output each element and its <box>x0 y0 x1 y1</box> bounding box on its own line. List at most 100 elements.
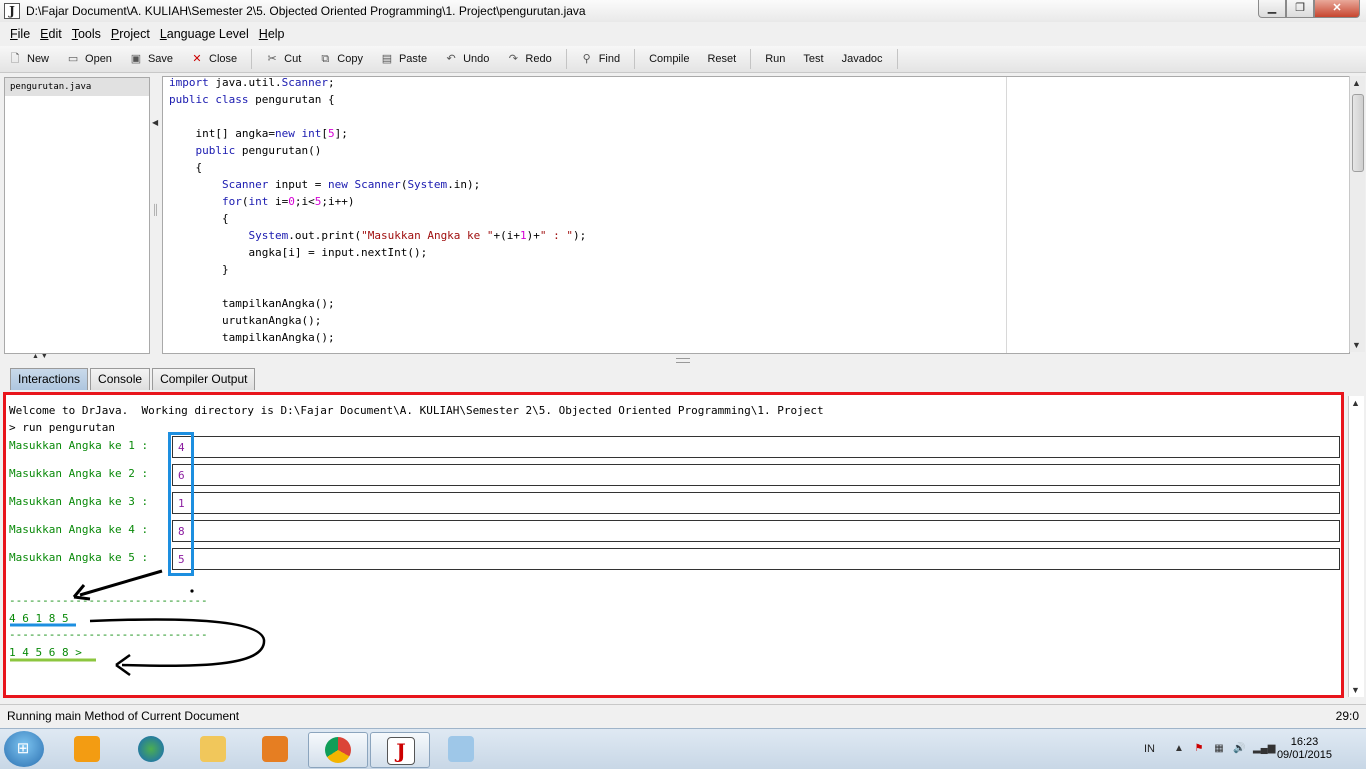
maximize-button[interactable]: ❐ <box>1286 0 1314 18</box>
taskbar-media-player[interactable] <box>58 732 116 766</box>
menu-project[interactable]: Project <box>111 27 150 41</box>
title-bar: J D:\Fajar Document\A. KULIAH\Semester 2… <box>0 0 1366 22</box>
code-line: Scanner input = new Scanner(System.in); <box>221 178 481 191</box>
start-button[interactable]: ⊞ <box>4 731 44 767</box>
splitter-grip-icon: ║ <box>152 205 160 216</box>
save-button[interactable]: ▣ Save <box>121 48 182 70</box>
copy-button[interactable]: ⧉ Copy <box>310 48 372 70</box>
toolbar-separator <box>896 49 898 69</box>
redo-button[interactable]: ↷ Redo <box>498 48 560 70</box>
new-button[interactable]: 🗋 New <box>0 48 58 70</box>
network-icon[interactable]: ▦ <box>1213 743 1225 755</box>
cursor-position: 29:0 <box>1335 709 1359 723</box>
clock[interactable]: 16:23 09/01/2015 <box>1277 736 1332 762</box>
minimize-button[interactable]: ▁ <box>1258 0 1286 18</box>
menu-help[interactable]: Help <box>259 27 285 41</box>
taskbar-winamp[interactable] <box>246 732 304 766</box>
folder-icon <box>200 736 226 762</box>
close-file-icon: ✕ <box>192 53 202 65</box>
scroll-thumb[interactable] <box>1352 94 1364 172</box>
code-editor[interactable]: import java.util.Scanner; public class p… <box>162 76 1350 354</box>
save-icon: ▣ <box>130 53 142 65</box>
window-title: D:\Fajar Document\A. KULIAH\Semester 2\5… <box>26 4 586 18</box>
interactions-scrollbar[interactable]: ▲ ▼ <box>1348 396 1364 697</box>
taskbar-notepad[interactable] <box>432 732 490 766</box>
drjava-icon: J <box>387 737 415 765</box>
menu-file[interactable]: File <box>10 27 30 41</box>
code-line: System.out.print("Masukkan Angka ke "+(i… <box>248 229 587 242</box>
flag-icon[interactable]: ⚑ <box>1193 743 1205 755</box>
clipboard-icon: ▤ <box>381 53 393 65</box>
code-line: { <box>169 161 203 174</box>
taskbar-file-explorer[interactable] <box>184 732 242 766</box>
open-button[interactable]: ▭ Open <box>58 48 121 70</box>
code-line: public class pengurutan { <box>169 93 335 106</box>
show-hidden-icons-icon[interactable]: ▲ <box>1173 743 1185 755</box>
tab-console[interactable]: Console <box>90 368 151 390</box>
undo-button[interactable]: ↶ Undo <box>436 48 498 70</box>
notepad-icon <box>448 736 474 762</box>
editor-scrollbar[interactable]: ▲ ▼ <box>1349 76 1365 352</box>
paste-button[interactable]: ▤ Paste <box>372 48 436 70</box>
annotation-overlay <box>10 569 266 677</box>
arrow-line <box>79 569 163 597</box>
clock-date: 09/01/2015 <box>1276 749 1332 761</box>
close-window-button[interactable]: ✕ <box>1314 0 1360 18</box>
stray-dot <box>190 589 194 593</box>
toolbar-separator <box>634 49 636 69</box>
undo-icon: ↶ <box>446 53 456 65</box>
collapse-left-icon[interactable]: ◀ <box>152 118 158 127</box>
compile-button[interactable]: Compile <box>640 48 698 70</box>
language-indicator[interactable]: IN <box>1144 743 1155 755</box>
chrome-icon <box>325 737 351 763</box>
code-line: int[] angka=new int[5]; <box>169 127 348 140</box>
code-text: import java.util.Scanner; public class p… <box>169 77 587 346</box>
horizontal-splitter[interactable] <box>0 354 1366 366</box>
reset-button[interactable]: Reset <box>698 48 745 70</box>
taskbar-chrome[interactable] <box>308 732 368 768</box>
scroll-up-icon[interactable]: ▲ <box>1351 398 1360 408</box>
run-button[interactable]: Run <box>756 48 794 70</box>
code-line: public pengurutan() <box>195 144 322 157</box>
document-list: pengurutan.java <box>4 77 150 354</box>
menu-edit[interactable]: Edit <box>40 27 62 41</box>
code-line: { <box>169 212 229 225</box>
drjava-app-icon: J <box>4 3 20 19</box>
right-margin-line <box>1006 77 1007 353</box>
taskbar: ⊞ J IN ▲ ⚑ ▦ 🔊 ▂▄▆ 16:23 09/01/2015 <box>0 728 1366 769</box>
clock-time: 16:23 <box>1290 736 1319 748</box>
tab-compiler-output[interactable]: Compiler Output <box>152 368 256 390</box>
new-file-icon: 🗋 <box>10 53 20 65</box>
close-button[interactable]: ✕ Close <box>182 48 246 70</box>
windows-logo-icon: ⊞ <box>16 740 30 757</box>
menu-tools[interactable]: Tools <box>72 27 101 41</box>
volume-icon[interactable]: 🔊 <box>1233 743 1245 755</box>
code-line: tampilkanAngka(); <box>169 331 335 344</box>
splitter-grip-icon <box>676 358 690 363</box>
interactions-pane[interactable]: Welcome to DrJava. Working directory is … <box>3 392 1344 698</box>
scroll-down-icon[interactable]: ▼ <box>1351 685 1360 695</box>
cut-button[interactable]: ✂ Cut <box>257 48 310 70</box>
toolbar-separator <box>251 49 253 69</box>
menu-language-level[interactable]: Language Level <box>160 27 249 41</box>
toolbar-separator <box>750 49 752 69</box>
signal-icon[interactable]: ▂▄▆ <box>1253 743 1275 755</box>
toolbar: 🗋 New ▭ Open ▣ Save ✕ Close ✂ Cut ⧉ Copy ▤ Past… <box>0 46 1366 73</box>
winamp-icon <box>262 736 288 762</box>
javadoc-button[interactable]: Javadoc <box>833 48 892 70</box>
scroll-down-icon[interactable]: ▼ <box>1352 340 1361 350</box>
taskbar-download-manager[interactable] <box>122 732 180 766</box>
find-button[interactable]: ⚲ Find <box>572 48 629 70</box>
menu-bar: File Edit Tools Project Language Level H… <box>0 24 1366 44</box>
status-bar: Running main Method of Current Document … <box>0 704 1366 727</box>
code-line: angka[i] = input.nextInt(); <box>169 246 428 259</box>
taskbar-drjava[interactable]: J <box>370 732 430 768</box>
tab-interactions[interactable]: Interactions <box>10 368 89 390</box>
left-splitter[interactable]: ◀ ║ <box>150 77 160 352</box>
binoculars-icon: ⚲ <box>582 53 591 65</box>
scroll-up-icon[interactable]: ▲ <box>1352 78 1361 88</box>
media-player-icon <box>74 736 100 762</box>
document-item[interactable]: pengurutan.java <box>5 78 149 96</box>
copy-icon: ⧉ <box>321 53 330 65</box>
test-button[interactable]: Test <box>794 48 832 70</box>
